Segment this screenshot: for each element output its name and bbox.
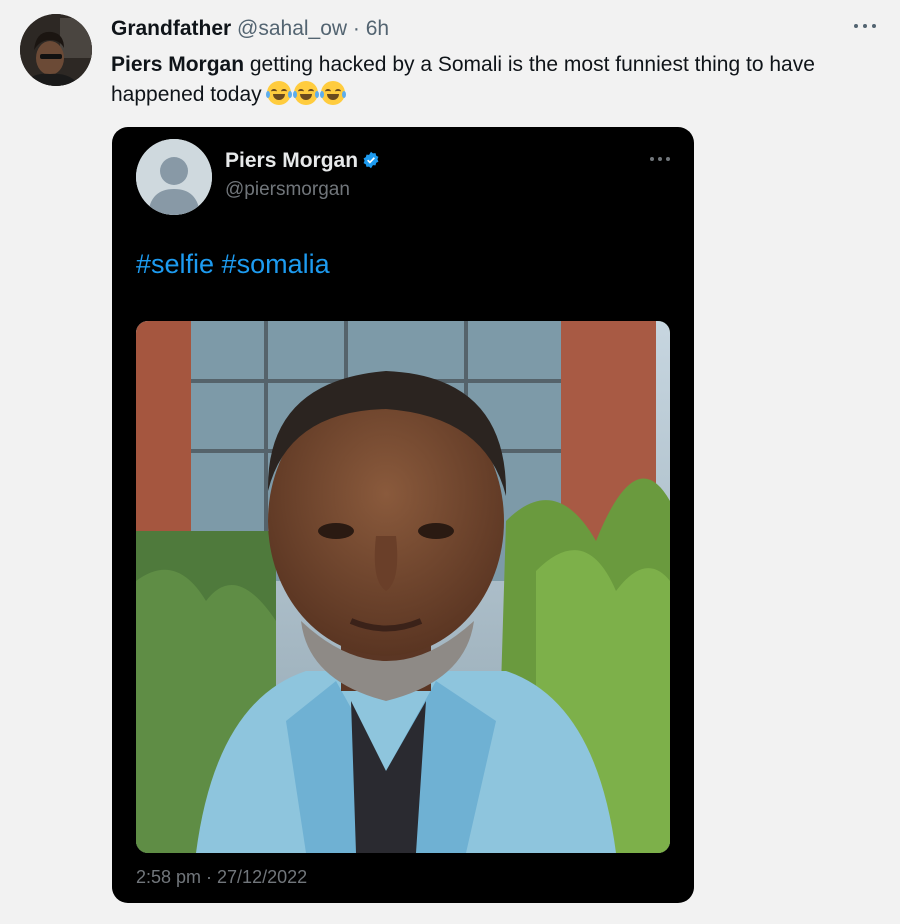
more-options-icon[interactable] — [852, 12, 878, 38]
tears-of-joy-emoji-icon — [266, 81, 293, 105]
quoted-tweet-text[interactable]: #selfie #somalia — [136, 249, 330, 280]
quoted-author-handle[interactable]: @piersmorgan — [225, 179, 350, 201]
quoted-more-options-icon[interactable] — [648, 153, 672, 163]
quoted-author-name-text: Piers Morgan — [225, 149, 359, 172]
author-avatar[interactable] — [20, 14, 92, 86]
author-handle[interactable]: @sahal_ow — [237, 17, 347, 40]
emoji-group — [266, 81, 348, 106]
tweet-header: Grandfather @sahal_ow · 6h — [111, 16, 389, 42]
tweet-text: Piers Morgan getting hacked by a Somali … — [111, 50, 881, 110]
tears-of-joy-emoji-icon — [320, 81, 347, 105]
meta-separator: · — [347, 17, 366, 40]
quoted-author-name[interactable]: Piers Morgan — [225, 149, 380, 173]
selfie-photo[interactable] — [136, 321, 670, 853]
author-name[interactable]: Grandfather — [111, 17, 231, 40]
quoted-tweet-card[interactable]: Piers Morgan @piersmorgan #selfie #somal… — [112, 127, 694, 903]
default-avatar-icon[interactable] — [136, 139, 212, 215]
verified-badge-icon — [362, 151, 380, 169]
selfie-photo-image — [136, 321, 670, 853]
quoted-timestamp[interactable]: 2:58 pm · 27/12/2022 — [136, 867, 307, 888]
tweet: Grandfather @sahal_ow · 6h Piers Morgan … — [0, 0, 900, 924]
tweet-time[interactable]: 6h — [366, 17, 389, 40]
tweet-text-bold: Piers Morgan — [111, 53, 245, 76]
author-avatar-image — [20, 14, 92, 86]
tears-of-joy-emoji-icon — [293, 81, 320, 105]
